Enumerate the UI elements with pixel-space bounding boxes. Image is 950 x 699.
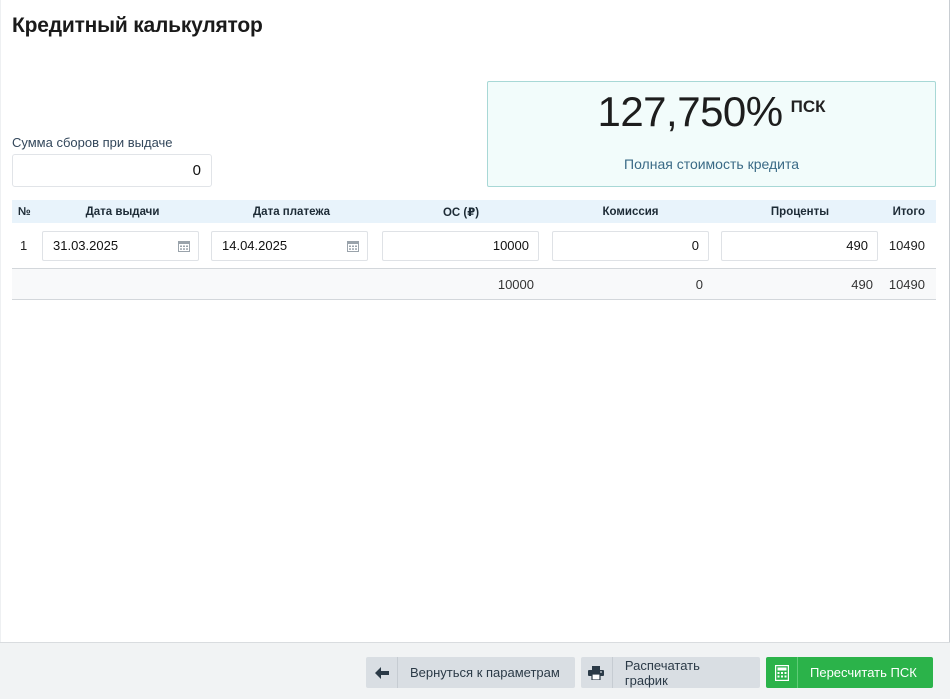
payment-schedule-table: № Дата выдачи Дата платежа ОС (₽) Комисс… [12,200,936,300]
payment-date-cell: 14.04.2025 [207,230,376,261]
header-num: № [18,205,31,218]
back-button-label: Вернуться к параметрам [410,665,560,680]
payment-date-input[interactable]: 14.04.2025 [211,230,368,261]
total-interest: 490 [851,276,873,292]
calculator-icon [766,657,798,688]
grand-total: 10490 [888,276,925,292]
header-interest: Проценты [770,205,830,218]
issue-date-input[interactable]: 31.03.2025 [42,230,199,261]
row-total: 10490 [888,238,925,253]
arrow-left-icon [366,657,398,688]
principal-cell: 10000 [376,230,546,261]
payment-date-value: 14.04.2025 [222,238,288,253]
printer-icon [581,657,613,688]
psk-unit: ПСК [790,97,826,116]
commission-input[interactable]: 0 [552,230,709,261]
header-total: Итого [892,205,925,218]
interest-cell: 490 [715,230,885,261]
total-principal: 10000 [497,276,534,292]
back-to-params-button[interactable]: Вернуться к параметрам [366,657,575,688]
commission-cell: 0 [546,230,715,261]
print-button-label: Распечатать график [624,657,700,688]
row-num: 1 [20,238,28,253]
header-payment-date: Дата платежа [252,205,331,218]
print-schedule-button[interactable]: Распечатать график [581,657,760,688]
psk-caption: Полная стоимость кредита [624,156,799,172]
footer-toolbar: Вернуться к параметрам Распечатать графи… [0,642,950,699]
fees-label: Сумма сборов при выдаче [12,135,173,150]
issue-date-cell: 31.03.2025 [38,230,207,261]
psk-value: 127,750% [597,88,783,135]
issue-date-value: 31.03.2025 [53,238,119,253]
calendar-icon[interactable] [178,240,190,252]
psk-value-row: 127,750% ПСК [488,88,935,136]
header-principal: ОС (₽) [442,206,480,219]
table-header: № Дата выдачи Дата платежа ОС (₽) Комисс… [12,200,936,223]
fees-input[interactable]: 0 [12,154,212,187]
interest-input[interactable]: 490 [721,230,878,261]
psk-summary-panel: 127,750% ПСК Полная стоимость кредита [487,81,936,187]
header-commission: Комиссия [602,205,659,218]
page-title: Кредитный калькулятор [12,14,263,37]
table-row: 1 31.03.2025 14.04.2025 10000 0 490 1049… [12,223,936,269]
recalculate-psk-button[interactable]: Пересчитать ПСК [766,657,933,688]
recalc-button-label: Пересчитать ПСК [810,665,917,680]
totals-row: 10000 0 490 10490 [12,269,936,300]
header-issue-date: Дата выдачи [85,205,160,218]
calendar-icon[interactable] [347,240,359,252]
total-commission: 0 [695,276,703,292]
principal-input[interactable]: 10000 [382,230,539,261]
